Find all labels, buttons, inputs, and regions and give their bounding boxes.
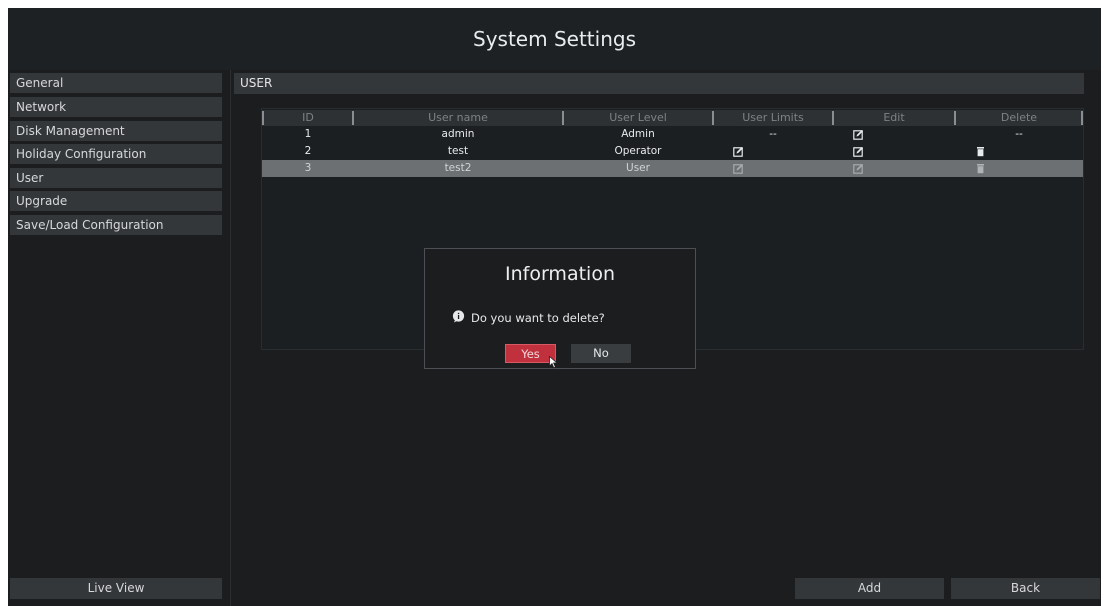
- sidebar-item-holiday-configuration[interactable]: Holiday Configuration: [10, 144, 222, 164]
- edit-icon[interactable]: [853, 163, 864, 174]
- sidebar-item-disk-management[interactable]: Disk Management: [10, 121, 222, 141]
- add-button[interactable]: Add: [795, 578, 944, 599]
- sidebar-item-upgrade[interactable]: Upgrade: [10, 191, 222, 211]
- edit-icon[interactable]: [853, 146, 864, 157]
- cell-user-name: test: [447, 145, 469, 157]
- live-view-button[interactable]: Live View: [10, 578, 222, 599]
- dialog-title: Information: [505, 263, 615, 285]
- trash-icon[interactable]: [975, 163, 986, 174]
- column-separator: [1081, 111, 1083, 125]
- cell-user-level: Operator: [614, 145, 662, 157]
- edit-icon[interactable]: [733, 163, 744, 174]
- back-button[interactable]: Back: [951, 578, 1100, 599]
- column-header-user-level: User Level: [609, 111, 667, 124]
- table-row[interactable]: 1 admin Admin -- --: [262, 126, 1083, 143]
- trash-icon[interactable]: [975, 146, 986, 157]
- edit-icon[interactable]: [853, 129, 864, 140]
- sidebar-item-general[interactable]: General: [10, 73, 222, 93]
- cell-id: 3: [304, 162, 312, 174]
- table-row[interactable]: 2 test Operator: [262, 143, 1083, 160]
- cell-user-level: Admin: [621, 128, 655, 140]
- column-header-user-name: User name: [428, 111, 488, 124]
- sidebar: General Network Disk Management Holiday …: [8, 70, 230, 606]
- mouse-cursor-icon: [549, 356, 558, 369]
- column-header-edit: Edit: [883, 111, 905, 124]
- sidebar-item-network[interactable]: Network: [10, 97, 222, 117]
- settings-screen: System Settings General Network Disk Man…: [8, 8, 1101, 606]
- sidebar-item-user[interactable]: User: [10, 168, 222, 188]
- cell-delete: --: [1015, 128, 1023, 140]
- cell-user-limits: --: [769, 128, 777, 140]
- edit-icon[interactable]: [733, 146, 744, 157]
- page-title: System Settings: [8, 8, 1101, 70]
- dialog-message: Do you want to delete?: [471, 311, 605, 325]
- cell-id: 1: [304, 128, 312, 140]
- confirm-delete-dialog: Information Do you want to delete? Yes N…: [424, 248, 696, 369]
- column-header-user-limits: User Limits: [742, 111, 804, 124]
- no-button[interactable]: No: [571, 344, 631, 363]
- cell-id: 2: [304, 145, 312, 157]
- sidebar-divider: [230, 70, 231, 606]
- cell-user-level: User: [626, 162, 650, 174]
- column-header-delete: Delete: [1000, 111, 1038, 124]
- table-row-selected[interactable]: 3 test2 User: [262, 160, 1083, 177]
- sidebar-item-save-load-configuration[interactable]: Save/Load Configuration: [10, 215, 222, 235]
- cell-user-name: admin: [441, 128, 475, 140]
- table-header: ID User name User Level User Limits Edit…: [262, 110, 1083, 126]
- section-header: USER: [234, 73, 1084, 94]
- cell-user-name: test2: [444, 162, 472, 174]
- column-header-id: ID: [302, 111, 314, 124]
- info-bubble-icon: [452, 310, 465, 323]
